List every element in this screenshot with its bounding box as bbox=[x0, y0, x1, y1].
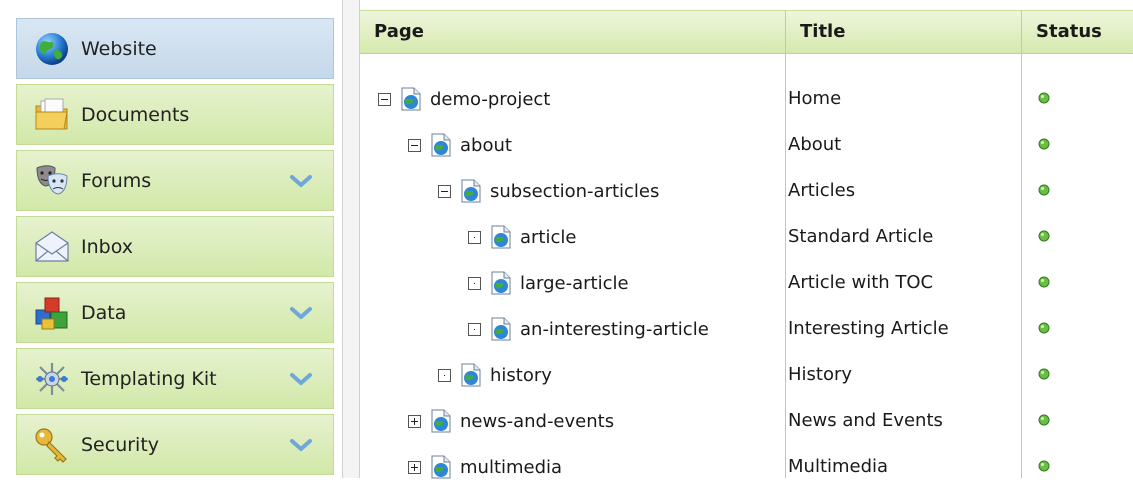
page-name: history bbox=[490, 364, 552, 386]
sidebar-item-label: Documents bbox=[81, 103, 190, 126]
chevron-down-icon[interactable] bbox=[289, 304, 313, 322]
status-published-icon bbox=[1038, 414, 1050, 426]
theater-masks-icon bbox=[33, 162, 71, 200]
column-header-page[interactable]: Page bbox=[360, 11, 786, 53]
table-row[interactable]: large-article Article with TOC bbox=[360, 260, 1133, 306]
collapse-toggle-icon[interactable] bbox=[378, 92, 391, 106]
status-published-icon bbox=[1038, 138, 1050, 150]
page-cell: an-interesting-article bbox=[468, 306, 709, 352]
page-name: news-and-events bbox=[460, 410, 615, 432]
column-header-status[interactable]: Status bbox=[1022, 11, 1133, 53]
web-page-icon bbox=[460, 363, 482, 387]
tree-leaf-icon[interactable] bbox=[438, 368, 451, 382]
status-published-icon bbox=[1038, 368, 1050, 380]
status-published-icon bbox=[1038, 276, 1050, 288]
data-blocks-icon bbox=[33, 294, 71, 332]
page-cell: news-and-events bbox=[408, 398, 614, 444]
page-title-cell: Home bbox=[788, 88, 842, 109]
page-cell: subsection-articles bbox=[438, 168, 659, 214]
table-row[interactable]: demo-project Home bbox=[360, 76, 1133, 122]
table-row[interactable]: article Standard Article bbox=[360, 214, 1133, 260]
status-published-icon bbox=[1038, 230, 1050, 242]
expand-toggle-icon[interactable] bbox=[408, 414, 421, 428]
page-title-cell: Article with TOC bbox=[788, 272, 934, 293]
envelope-icon bbox=[33, 228, 71, 266]
page-name: subsection-articles bbox=[490, 180, 660, 202]
web-page-icon bbox=[490, 317, 512, 341]
page-title-cell: About bbox=[788, 134, 842, 155]
web-page-icon bbox=[430, 133, 452, 157]
status-published-icon bbox=[1038, 92, 1050, 104]
page-tree-table: Page Title Status demo-project Home about A… bbox=[360, 0, 1133, 479]
page-title-cell: History bbox=[788, 364, 853, 385]
table-row[interactable]: news-and-events News and Events bbox=[360, 398, 1133, 444]
status-published-icon bbox=[1038, 322, 1050, 334]
table-row[interactable]: about About bbox=[360, 122, 1133, 168]
status-published-icon bbox=[1038, 460, 1050, 472]
chevron-down-icon[interactable] bbox=[289, 370, 313, 388]
page-cell: multimedia bbox=[408, 444, 562, 490]
sidebar-splitter[interactable] bbox=[342, 0, 360, 478]
column-header-title[interactable]: Title bbox=[786, 11, 1022, 53]
sidebar-item-label: Data bbox=[81, 301, 127, 324]
page-cell: demo-project bbox=[378, 76, 550, 122]
web-page-icon bbox=[430, 455, 452, 479]
collapse-toggle-icon[interactable] bbox=[408, 138, 421, 152]
page-name: about bbox=[460, 134, 512, 156]
sidebar-item-label: Templating Kit bbox=[81, 367, 217, 390]
sidebar: Website Documents Forums Inbox Data Templatin… bbox=[0, 0, 342, 478]
page-name: an-interesting-article bbox=[520, 318, 709, 340]
page-title-cell: News and Events bbox=[788, 410, 943, 431]
expand-toggle-icon[interactable] bbox=[408, 460, 421, 474]
table-row[interactable]: subsection-articles Articles bbox=[360, 168, 1133, 214]
sidebar-item-label: Security bbox=[81, 433, 160, 456]
page-cell: large-article bbox=[468, 260, 629, 306]
globe-icon bbox=[33, 30, 71, 68]
key-icon bbox=[33, 426, 71, 464]
page-title-cell: Articles bbox=[788, 180, 856, 201]
sidebar-item-security[interactable]: Security bbox=[16, 414, 334, 475]
page-name: large-article bbox=[520, 272, 629, 294]
tree-leaf-icon[interactable] bbox=[468, 276, 481, 290]
chevron-down-icon[interactable] bbox=[289, 172, 313, 190]
page-cell: history bbox=[438, 352, 552, 398]
sidebar-item-website[interactable]: Website bbox=[16, 18, 334, 79]
page-cell: article bbox=[468, 214, 576, 260]
sidebar-item-data[interactable]: Data bbox=[16, 282, 334, 343]
collapse-toggle-icon[interactable] bbox=[438, 184, 451, 198]
sidebar-item-label: Forums bbox=[81, 169, 152, 192]
page-cell: about bbox=[408, 122, 512, 168]
web-page-icon bbox=[400, 87, 422, 111]
tree-leaf-icon[interactable] bbox=[468, 230, 481, 244]
sidebar-item-inbox[interactable]: Inbox bbox=[16, 216, 334, 277]
sidebar-item-templating-kit[interactable]: Templating Kit bbox=[16, 348, 334, 409]
sidebar-item-documents[interactable]: Documents bbox=[16, 84, 334, 145]
page-title-cell: Multimedia bbox=[788, 456, 889, 477]
folder-icon bbox=[33, 96, 71, 134]
web-page-icon bbox=[460, 179, 482, 203]
page-name: multimedia bbox=[460, 456, 563, 478]
web-page-icon bbox=[430, 409, 452, 433]
sidebar-item-label: Website bbox=[81, 37, 157, 60]
page-title-cell: Standard Article bbox=[788, 226, 934, 247]
table-row[interactable]: history History bbox=[360, 352, 1133, 398]
page-name: article bbox=[520, 226, 577, 248]
page-name: demo-project bbox=[430, 88, 551, 110]
chevron-down-icon[interactable] bbox=[289, 436, 313, 454]
templating-kit-icon bbox=[33, 360, 71, 398]
page-title-cell: Interesting Article bbox=[788, 318, 949, 339]
status-published-icon bbox=[1038, 184, 1050, 196]
table-header: Page Title Status bbox=[360, 10, 1133, 54]
tree-leaf-icon[interactable] bbox=[468, 322, 481, 336]
table-row[interactable]: multimedia Multimedia bbox=[360, 444, 1133, 490]
sidebar-item-forums[interactable]: Forums bbox=[16, 150, 334, 211]
sidebar-item-label: Inbox bbox=[81, 235, 133, 258]
web-page-icon bbox=[490, 225, 512, 249]
web-page-icon bbox=[490, 271, 512, 295]
table-row[interactable]: an-interesting-article Interesting Articl… bbox=[360, 306, 1133, 352]
